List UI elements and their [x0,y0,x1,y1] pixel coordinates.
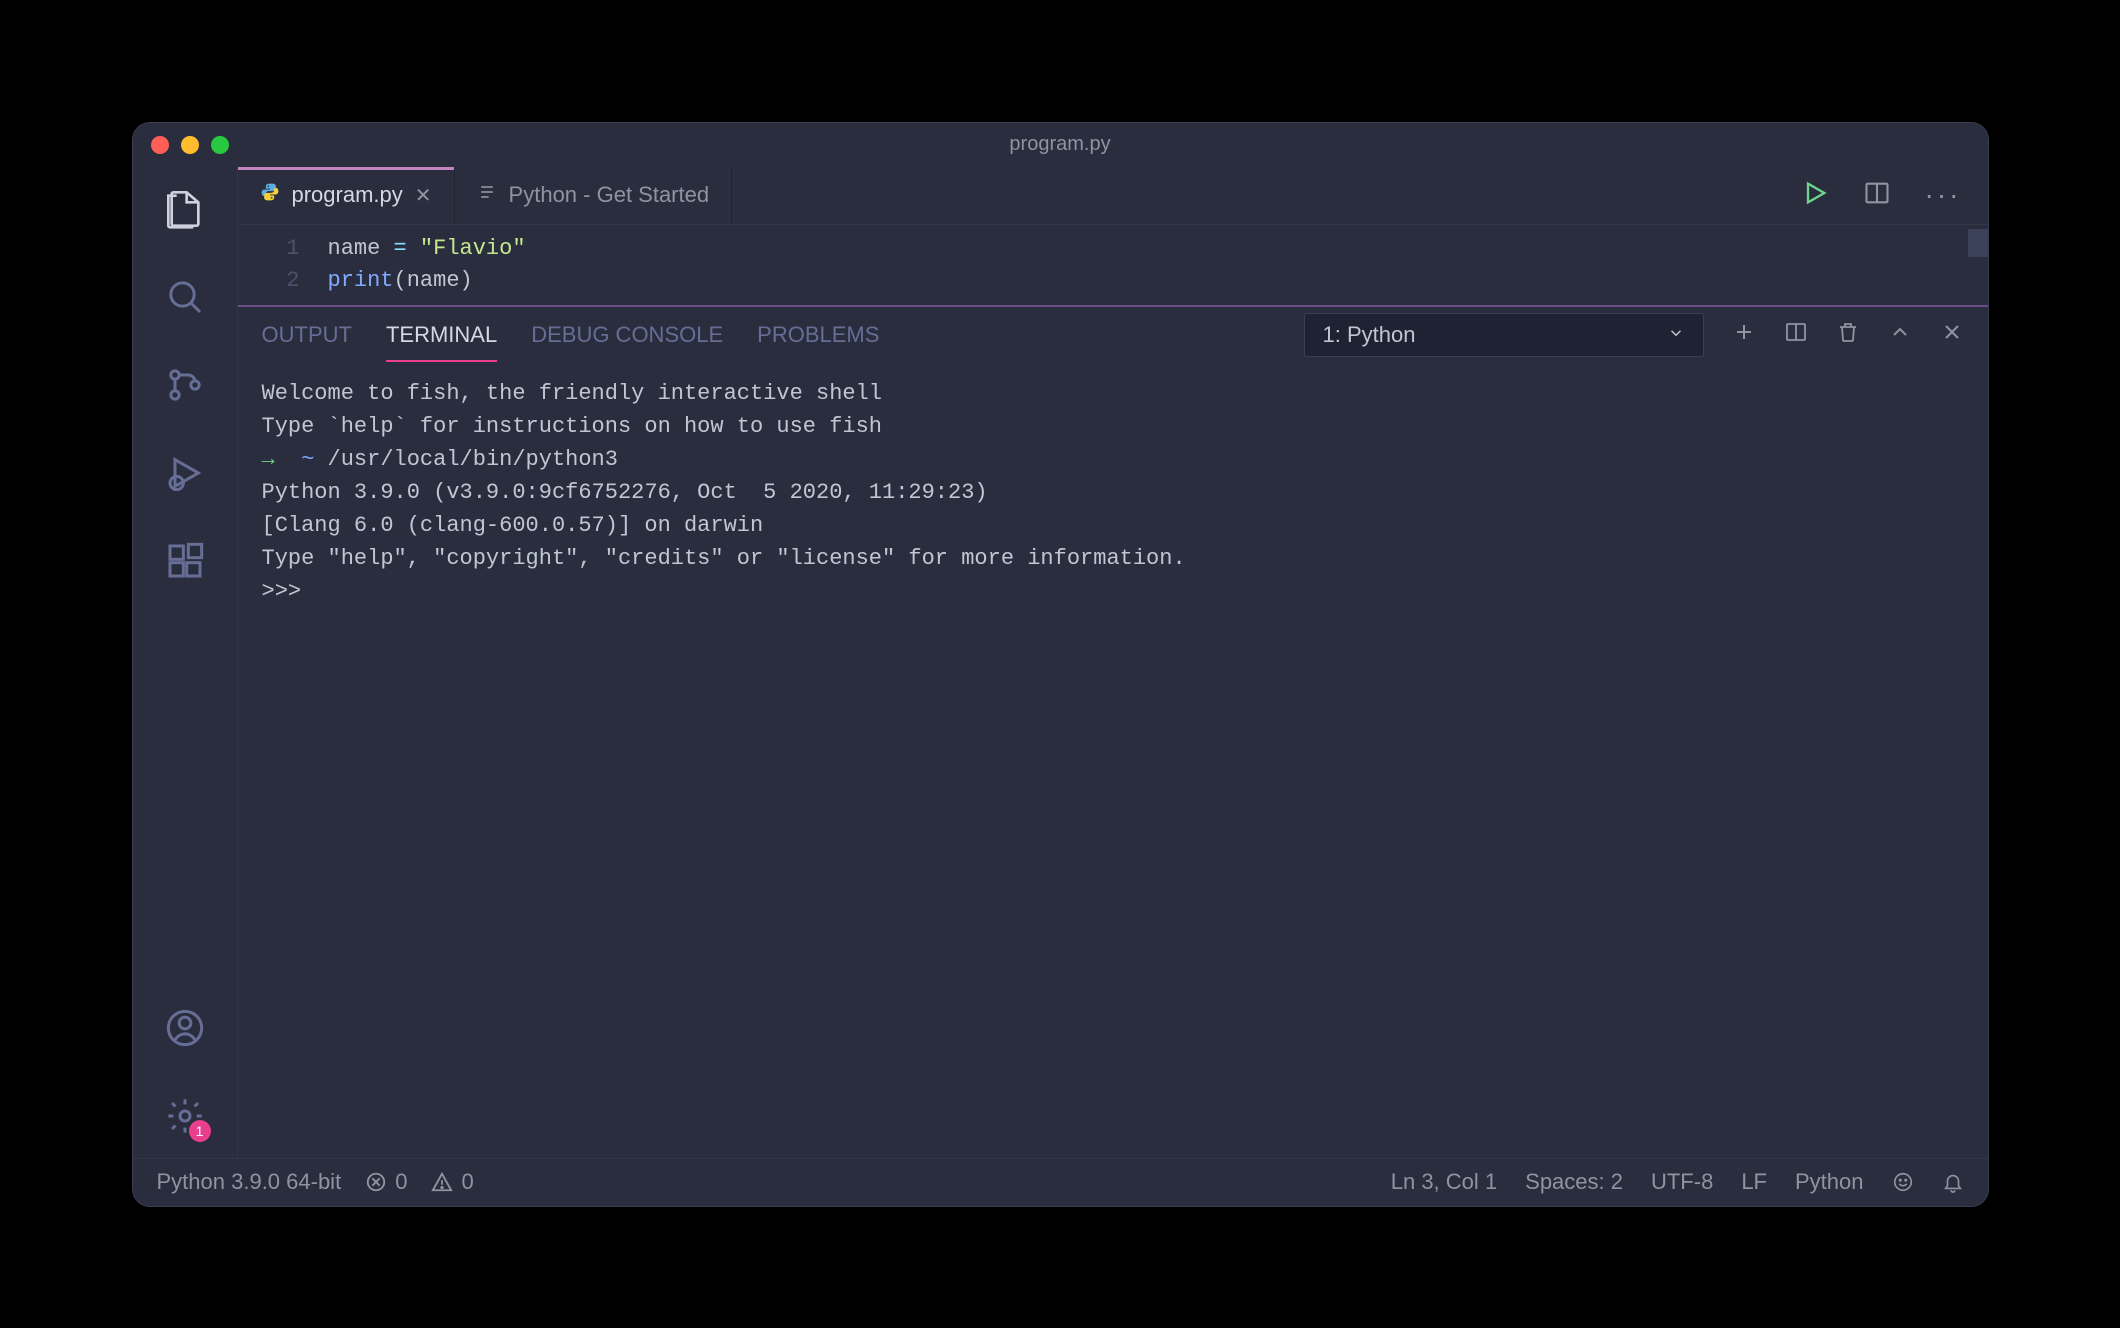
extensions-icon[interactable] [163,539,207,583]
settings-icon[interactable]: 1 [163,1094,207,1138]
tab-label: Python - Get Started [509,182,710,208]
close-tab-icon[interactable]: ✕ [415,183,432,208]
status-spaces[interactable]: Spaces: 2 [1525,1169,1623,1195]
editor-tabs: program.py ✕ Python - Get Started [238,167,1988,225]
status-interpreter[interactable]: Python 3.9.0 64-bit [157,1169,342,1195]
editor-column: program.py ✕ Python - Get Started [238,167,1988,1158]
tab-python-get-started[interactable]: Python - Get Started [455,167,733,224]
run-file-icon[interactable] [1801,179,1829,212]
close-panel-icon[interactable] [1940,320,1964,350]
more-actions-icon[interactable]: ··· [1925,179,1962,211]
terminal-selector-label: 1: Python [1323,322,1416,348]
code-editor[interactable]: 1 2 name = "Flavio"print(name) [238,225,1988,305]
status-language[interactable]: Python [1795,1169,1864,1195]
status-eol[interactable]: LF [1741,1169,1767,1195]
minimap[interactable] [1968,229,1988,257]
new-terminal-icon[interactable] [1732,320,1756,350]
panel-tab-problems[interactable]: PROBLEMS [757,310,879,360]
feedback-icon[interactable] [1892,1171,1914,1193]
bottom-panel: OUTPUT TERMINAL DEBUG CONSOLE PROBLEMS 1… [238,305,1988,1158]
panel-tabs: OUTPUT TERMINAL DEBUG CONSOLE PROBLEMS 1… [238,307,1988,363]
minimize-window-button[interactable] [181,136,199,154]
split-editor-icon[interactable] [1863,179,1891,212]
chevron-down-icon [1667,322,1685,348]
panel-tab-debug-console[interactable]: DEBUG CONSOLE [531,310,723,360]
accounts-icon[interactable] [163,1006,207,1050]
titlebar: program.py [133,123,1988,167]
editor-actions: ··· [1801,167,1988,224]
line-number: 2 [238,265,300,297]
notifications-icon[interactable] [1942,1171,1964,1193]
maximize-panel-icon[interactable] [1888,320,1912,350]
status-bar: Python 3.9.0 64-bit 0 0 Ln 3, Col 1 Spac… [133,1158,1988,1206]
maximize-window-button[interactable] [211,136,229,154]
list-icon [477,182,497,208]
tab-program-py[interactable]: program.py ✕ [238,167,455,224]
status-cursor[interactable]: Ln 3, Col 1 [1391,1169,1497,1195]
window-title: program.py [1009,133,1110,156]
settings-badge: 1 [189,1120,211,1142]
source-control-icon[interactable] [163,363,207,407]
run-debug-icon[interactable] [163,451,207,495]
kill-terminal-icon[interactable] [1836,320,1860,350]
window-controls [151,136,229,154]
explorer-icon[interactable] [163,187,207,231]
split-terminal-icon[interactable] [1784,320,1808,350]
code-content: name = "Flavio"print(name) [328,233,1988,297]
line-gutter: 1 2 [238,233,328,297]
terminal-selector[interactable]: 1: Python [1304,313,1704,357]
line-number: 1 [238,233,300,265]
python-file-icon [260,182,280,208]
vscode-window: program.py 1 [132,122,1989,1207]
status-warnings[interactable]: 0 [431,1169,473,1195]
close-window-button[interactable] [151,136,169,154]
panel-tab-output[interactable]: OUTPUT [262,310,352,360]
tab-label: program.py [292,182,403,208]
search-icon[interactable] [163,275,207,319]
panel-tab-terminal[interactable]: TERMINAL [386,310,497,360]
status-encoding[interactable]: UTF-8 [1651,1169,1713,1195]
terminal-output[interactable]: Welcome to fish, the friendly interactiv… [238,363,1988,1158]
activity-bar: 1 [133,167,238,1158]
status-errors[interactable]: 0 [365,1169,407,1195]
